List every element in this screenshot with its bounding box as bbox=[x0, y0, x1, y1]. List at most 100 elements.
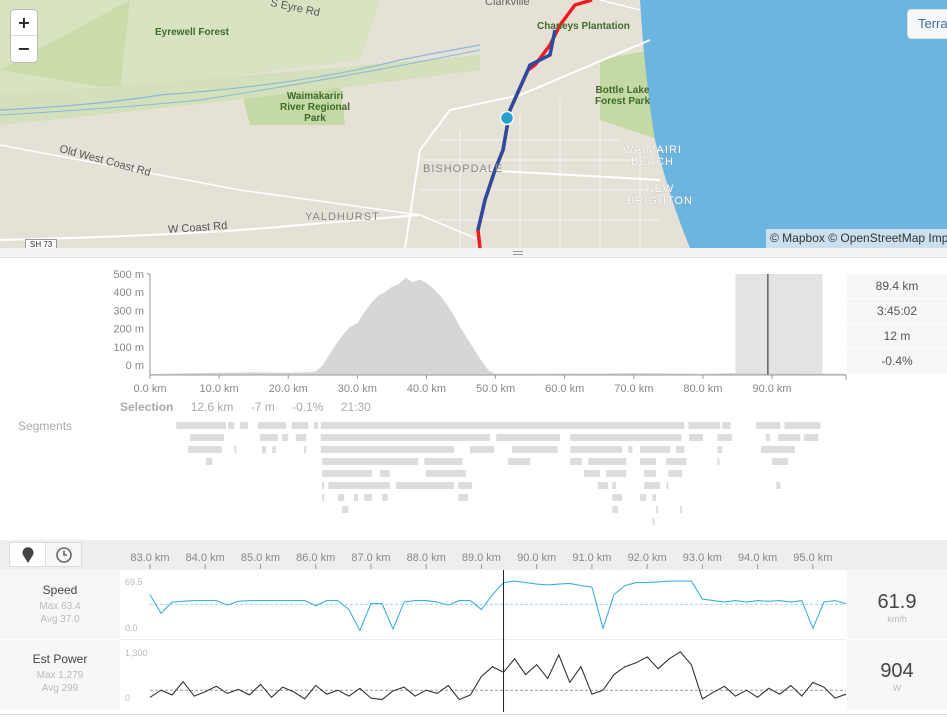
power-line bbox=[149, 651, 847, 701]
segment-bar[interactable] bbox=[458, 494, 468, 501]
segment-bar[interactable] bbox=[640, 446, 671, 453]
segment-bar[interactable] bbox=[717, 434, 732, 441]
segment-bar[interactable] bbox=[322, 458, 419, 465]
stat-distance: 89.4 km bbox=[847, 274, 947, 298]
map-label: Clarkville bbox=[485, 0, 530, 8]
segment-bar[interactable] bbox=[470, 446, 495, 453]
y-tick-label: 300 m bbox=[113, 305, 144, 317]
zoom-in-button[interactable]: + bbox=[11, 10, 37, 36]
segment-bar[interactable] bbox=[322, 470, 372, 477]
segment-bar[interactable] bbox=[234, 446, 237, 453]
segment-bar[interactable] bbox=[688, 422, 721, 429]
segment-bar[interactable] bbox=[803, 434, 819, 441]
segment-bar[interactable] bbox=[313, 422, 318, 429]
elevation-chart[interactable]: 500 m 400 m 300 m 200 m 100 m 0 m 0.0 km 10.0 k… bbox=[0, 258, 947, 538]
segment-bar[interactable] bbox=[295, 434, 307, 441]
segment-bar[interactable] bbox=[717, 446, 723, 453]
selection-highlight bbox=[735, 274, 823, 375]
segment-bar[interactable] bbox=[259, 434, 278, 441]
segment-bar[interactable] bbox=[652, 518, 655, 525]
segment-bar[interactable] bbox=[570, 434, 682, 441]
segment-bar[interactable] bbox=[776, 482, 781, 489]
segment-bar[interactable] bbox=[597, 482, 609, 489]
segment-bar[interactable] bbox=[304, 446, 307, 453]
segment-bar[interactable] bbox=[644, 470, 656, 477]
segment-bar[interactable] bbox=[396, 482, 455, 489]
segment-bar[interactable] bbox=[717, 458, 720, 465]
segment-bar[interactable] bbox=[612, 494, 623, 501]
segment-bar[interactable] bbox=[425, 470, 466, 477]
segment-bar[interactable] bbox=[496, 434, 560, 441]
x-tick-label: 87.0 km bbox=[351, 552, 390, 564]
segment-bar[interactable] bbox=[772, 458, 788, 465]
selection-distance: 12.6 km bbox=[190, 400, 234, 414]
segment-bar[interactable] bbox=[606, 470, 627, 477]
segment-bar[interactable] bbox=[668, 470, 683, 477]
streams-chart[interactable]: 83.0 km 84.0 km 85.0 km 86.0 km 87.0 km 88.0 … bbox=[0, 540, 947, 719]
segment-bar[interactable] bbox=[342, 506, 349, 513]
map-attribution[interactable]: © Mapbox © OpenStreetMap Imp bbox=[766, 229, 947, 248]
segment-bar[interactable] bbox=[588, 458, 627, 465]
segment-bar[interactable] bbox=[756, 422, 781, 429]
segment-bar[interactable] bbox=[640, 458, 656, 465]
segment-bar[interactable] bbox=[176, 422, 227, 429]
segment-bar[interactable] bbox=[680, 506, 683, 513]
segment-bar[interactable] bbox=[570, 446, 623, 453]
segment-bar[interactable] bbox=[644, 482, 661, 489]
segment-bar[interactable] bbox=[512, 446, 558, 453]
segment-bar[interactable] bbox=[228, 422, 235, 429]
segment-bar[interactable] bbox=[584, 470, 600, 477]
segment-bar[interactable] bbox=[322, 494, 325, 501]
segment-bar[interactable] bbox=[458, 482, 473, 489]
segment-bar[interactable] bbox=[666, 482, 669, 489]
segment-bar[interactable] bbox=[424, 458, 463, 465]
segment-bar[interactable] bbox=[760, 446, 795, 453]
x-tick-label: 93.0 km bbox=[683, 552, 722, 564]
segment-bar[interactable] bbox=[205, 458, 213, 465]
segment-bar[interactable] bbox=[765, 434, 770, 441]
x-tick-label: 90.0 km bbox=[752, 383, 791, 395]
segment-bar[interactable] bbox=[675, 446, 685, 453]
map[interactable]: S Eyre Rd Eyrewell Forest Waimakariri Ri… bbox=[0, 0, 947, 248]
route-line bbox=[476, 0, 593, 248]
y-tick-label: 100 m bbox=[113, 342, 144, 354]
x-tick-label: 60.0 km bbox=[545, 383, 584, 395]
segment-bar[interactable] bbox=[282, 434, 289, 441]
segment-bar[interactable] bbox=[689, 434, 703, 441]
segment-bar[interactable] bbox=[570, 458, 582, 465]
terrain-toggle-button[interactable]: Terrain bbox=[907, 9, 947, 39]
segment-bar[interactable] bbox=[320, 422, 685, 429]
segment-bar[interactable] bbox=[322, 482, 325, 489]
segment-bar[interactable] bbox=[320, 446, 455, 453]
map-label: NEW BRIGHTON bbox=[627, 183, 693, 207]
segment-bar[interactable] bbox=[508, 458, 531, 465]
segment-bar[interactable] bbox=[380, 470, 390, 477]
segment-bar[interactable] bbox=[364, 494, 372, 501]
segment-bar[interactable] bbox=[337, 494, 345, 501]
segment-bar[interactable] bbox=[239, 422, 249, 429]
segment-bar[interactable] bbox=[320, 434, 491, 441]
resize-handle[interactable] bbox=[0, 248, 947, 258]
y-tick-label: 500 m bbox=[113, 269, 144, 281]
segment-bar[interactable] bbox=[640, 494, 647, 501]
segment-bar[interactable] bbox=[784, 422, 821, 429]
segment-bar[interactable] bbox=[261, 446, 267, 453]
zoom-out-button[interactable]: − bbox=[11, 36, 37, 62]
segment-bar[interactable] bbox=[188, 446, 222, 453]
segment-bar[interactable] bbox=[190, 434, 224, 441]
segment-bar[interactable] bbox=[328, 482, 390, 489]
segment-bar[interactable] bbox=[257, 422, 287, 429]
segment-bar[interactable] bbox=[291, 422, 309, 429]
segment-bar[interactable] bbox=[612, 506, 618, 513]
segment-bar[interactable] bbox=[778, 434, 801, 441]
segment-bar[interactable] bbox=[652, 494, 656, 501]
segment-bar[interactable] bbox=[382, 494, 388, 501]
segment-bar[interactable] bbox=[666, 458, 687, 465]
segment-bar[interactable] bbox=[655, 506, 659, 513]
segment-bar[interactable] bbox=[612, 482, 616, 489]
segment-bar[interactable] bbox=[272, 446, 276, 453]
segment-bar[interactable] bbox=[722, 422, 731, 429]
map-label: Eyrewell Forest bbox=[155, 27, 229, 38]
segment-bar[interactable] bbox=[353, 494, 359, 501]
segment-bar[interactable] bbox=[628, 446, 633, 453]
